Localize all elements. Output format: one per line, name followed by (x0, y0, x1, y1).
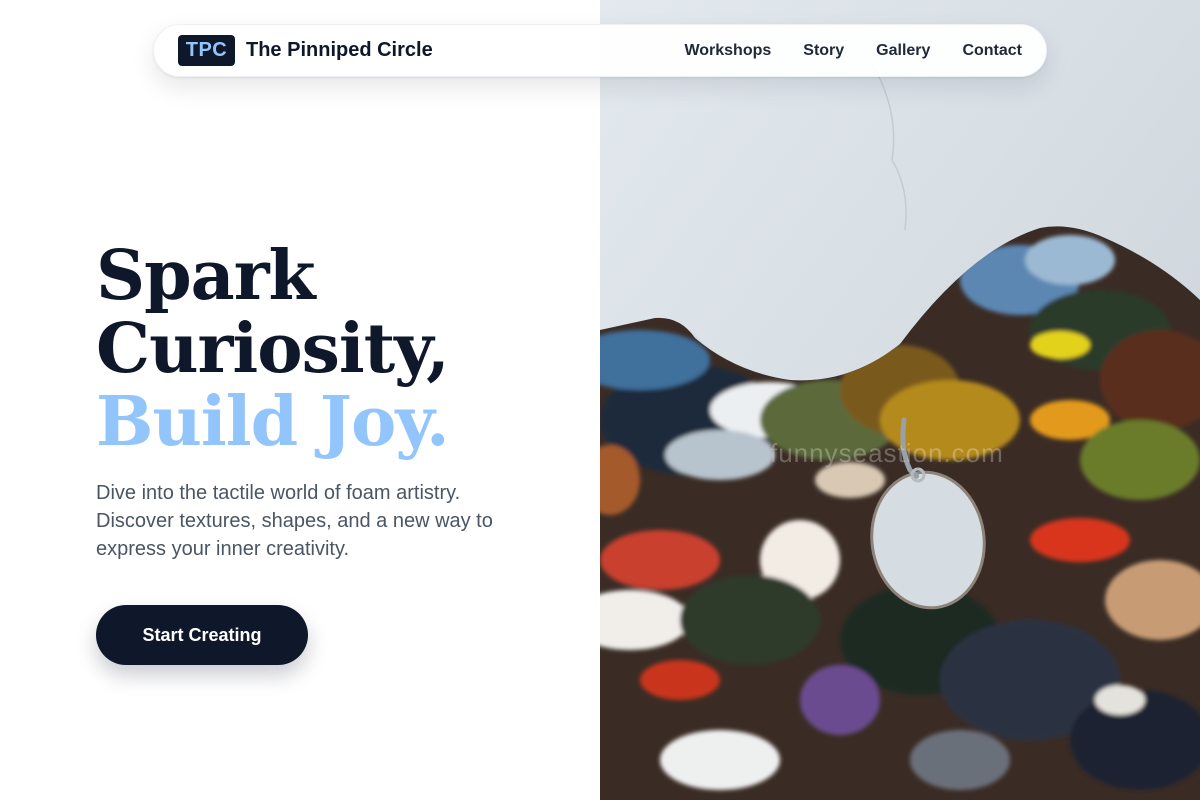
nav-link-story[interactable]: Story (803, 42, 844, 60)
logo-mark: TPC (178, 35, 235, 66)
hero-image: funnyseastion.com (600, 0, 1200, 800)
top-navbar: TPC The Pinniped Circle Workshops Story … (153, 24, 1047, 77)
headline-line-3-accent: Build Joy. (96, 382, 450, 462)
hero-headline: Spark Curiosity, Build Joy. (96, 240, 576, 459)
brand-home-link[interactable]: TPC The Pinniped Circle (178, 35, 433, 66)
nav-links: Workshops Story Gallery Contact (684, 42, 1022, 60)
start-creating-button[interactable]: Start Creating (96, 605, 308, 665)
hero-subtext: Dive into the tactile world of foam arti… (96, 482, 493, 560)
headline-line-2: Curiosity, (96, 309, 450, 389)
nav-link-workshops[interactable]: Workshops (684, 42, 771, 60)
hero-content: Spark Curiosity, Build Joy. Dive into th… (96, 240, 576, 665)
brand-name: The Pinniped Circle (246, 39, 433, 61)
nav-link-contact[interactable]: Contact (962, 42, 1022, 60)
paint-palette-illustration (600, 0, 1200, 800)
image-watermark: funnyseastion.com (770, 438, 1004, 468)
nav-link-gallery[interactable]: Gallery (876, 42, 930, 60)
headline-line-1: Spark (96, 236, 316, 316)
